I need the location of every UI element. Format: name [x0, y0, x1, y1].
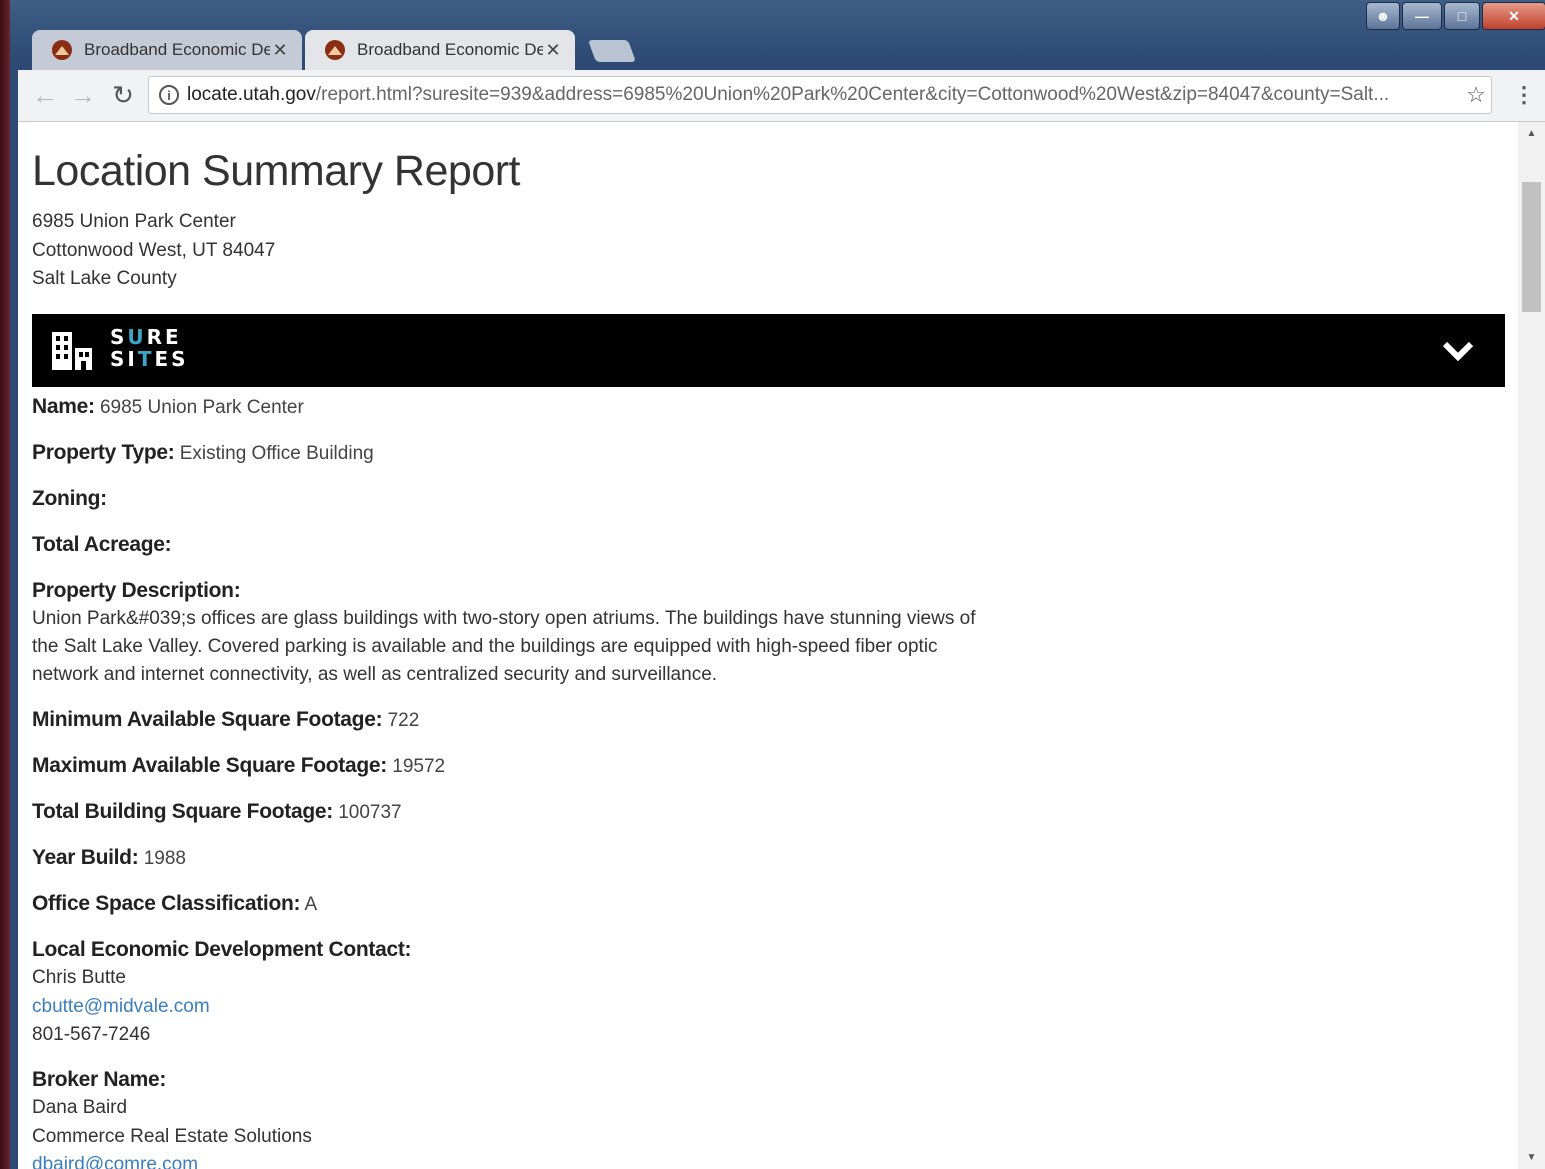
address-block: 6985 Union Park Center Cottonwood West, …: [32, 208, 1512, 294]
broker-name: Dana Baird: [32, 1097, 128, 1119]
report-fields: Name: 6985 Union Park Center Property Ty…: [32, 393, 1512, 1169]
field-name: Name: 6985 Union Park Center: [32, 393, 1512, 422]
field-label: Zoning:: [32, 486, 107, 510]
field-office-class: Office Space Classification: A: [32, 890, 1512, 919]
profile-icon[interactable]: ☻: [1366, 2, 1400, 30]
browser-toolbar: ← → ↻ i locate.utah.gov/report.html?sure…: [18, 70, 1545, 122]
field-year-build: Year Build: 1988: [32, 844, 1512, 873]
browser-window: ☻ — □ ✕ Broadband Economic De ✕ Broadban…: [0, 0, 1545, 1169]
scrollbar-thumb[interactable]: [1522, 182, 1541, 312]
tab-inactive[interactable]: Broadband Economic De ✕: [32, 30, 302, 70]
contact-email-link[interactable]: cbutte@midvale.com: [32, 993, 992, 1021]
field-label: Broker Name:: [32, 1068, 167, 1092]
broker-email-link[interactable]: dbaird@comre.com: [32, 1151, 992, 1169]
field-total-sqft: Total Building Square Footage: 100737: [32, 798, 1512, 827]
close-window-icon[interactable]: ✕: [1482, 2, 1545, 30]
address-line: Cottonwood West, UT 84047: [32, 239, 276, 261]
address-bar[interactable]: i locate.utah.gov/report.html?suresite=9…: [148, 76, 1492, 114]
window-controls: ☻ — □ ✕: [1366, 2, 1545, 30]
tab-active[interactable]: Broadband Economic De ✕: [305, 30, 575, 70]
scroll-up-icon[interactable]: ▲: [1518, 128, 1545, 139]
page-scrollbar[interactable]: ▲ ▼: [1518, 122, 1545, 1169]
field-label: Property Description:: [32, 578, 241, 602]
window-frame: [0, 0, 10, 1169]
contact-name: Chris Butte: [32, 967, 126, 989]
field-value: 19572: [392, 756, 446, 778]
field-value: Existing Office Building: [179, 442, 374, 464]
forward-arrow-icon[interactable]: →: [68, 80, 98, 110]
field-broker: Broker Name: Dana Baird Commerce Real Es…: [32, 1066, 1512, 1169]
page-title: Location Summary Report: [32, 147, 521, 195]
tab-title: Broadband Economic De: [84, 40, 270, 59]
tab-title: Broadband Economic De: [357, 40, 543, 59]
back-arrow-icon[interactable]: ←: [30, 80, 60, 110]
field-value: 100737: [338, 802, 402, 824]
field-total-acreage: Total Acreage:: [32, 531, 1512, 560]
field-value: 1988: [143, 848, 186, 870]
reload-icon[interactable]: ↻: [108, 80, 138, 110]
scroll-down-icon[interactable]: ▼: [1518, 1152, 1545, 1163]
field-value: 6985 Union Park Center: [99, 396, 304, 418]
chevron-down-icon[interactable]: [1441, 334, 1475, 368]
field-label: Property Type:: [32, 440, 175, 464]
address-line: 6985 Union Park Center: [32, 211, 236, 232]
description-text: Union Park&#039;s offices are glass buil…: [32, 607, 976, 686]
logo-bottom-text: SITES: [110, 346, 189, 371]
logo-top-text: SURE: [110, 324, 182, 349]
field-value: A: [304, 894, 318, 916]
sure-sites-logo: SURE SITES: [110, 326, 189, 370]
bookmark-star-icon[interactable]: ☆: [1461, 82, 1491, 108]
contact-phone: 801-567-7246: [32, 1023, 151, 1045]
sure-sites-banner[interactable]: SURE SITES: [32, 313, 1505, 387]
field-max-sqft: Maximum Available Square Footage: 19572: [32, 752, 1512, 781]
broker-company: Commerce Real Estate Solutions: [32, 1125, 312, 1147]
building-icon: [52, 331, 92, 370]
field-min-sqft: Minimum Available Square Footage: 722: [32, 706, 1512, 735]
minimize-icon[interactable]: —: [1402, 2, 1442, 30]
tab-close-icon[interactable]: ✕: [270, 40, 290, 61]
url-text[interactable]: locate.utah.gov/report.html?suresite=939…: [187, 84, 1461, 106]
tab-close-icon[interactable]: ✕: [543, 40, 563, 61]
field-label: Total Acreage:: [32, 532, 172, 556]
field-label: Name:: [32, 394, 95, 418]
address-line: Salt Lake County: [32, 268, 177, 289]
url-path: /report.html?suresite=939&address=6985%2…: [315, 84, 1390, 105]
browser-menu-icon[interactable]: ⋮: [1513, 80, 1535, 110]
field-property-description: Property Description: Union Park&#039;s …: [32, 577, 1512, 690]
page-content: Location Summary Report 6985 Union Park …: [18, 122, 1518, 1169]
url-host: locate.utah.gov: [187, 84, 316, 105]
field-local-contact: Local Economic Development Contact: Chri…: [32, 936, 1512, 1049]
field-label: Local Economic Development Contact:: [32, 938, 412, 962]
field-property-type: Property Type: Existing Office Building: [32, 439, 1512, 468]
field-label: Year Build:: [32, 846, 139, 870]
field-value: 722: [387, 710, 420, 732]
maximize-icon[interactable]: □: [1444, 2, 1480, 30]
site-favicon-icon: [52, 40, 72, 60]
site-favicon-icon: [325, 40, 345, 60]
field-label: Maximum Available Square Footage:: [32, 754, 387, 778]
new-tab-button[interactable]: [587, 40, 637, 62]
field-label: Office Space Classification:: [32, 892, 301, 916]
site-info-icon[interactable]: i: [159, 85, 179, 105]
field-label: Minimum Available Square Footage:: [32, 708, 383, 732]
field-label: Total Building Square Footage:: [32, 800, 333, 824]
field-zoning: Zoning:: [32, 485, 1512, 514]
